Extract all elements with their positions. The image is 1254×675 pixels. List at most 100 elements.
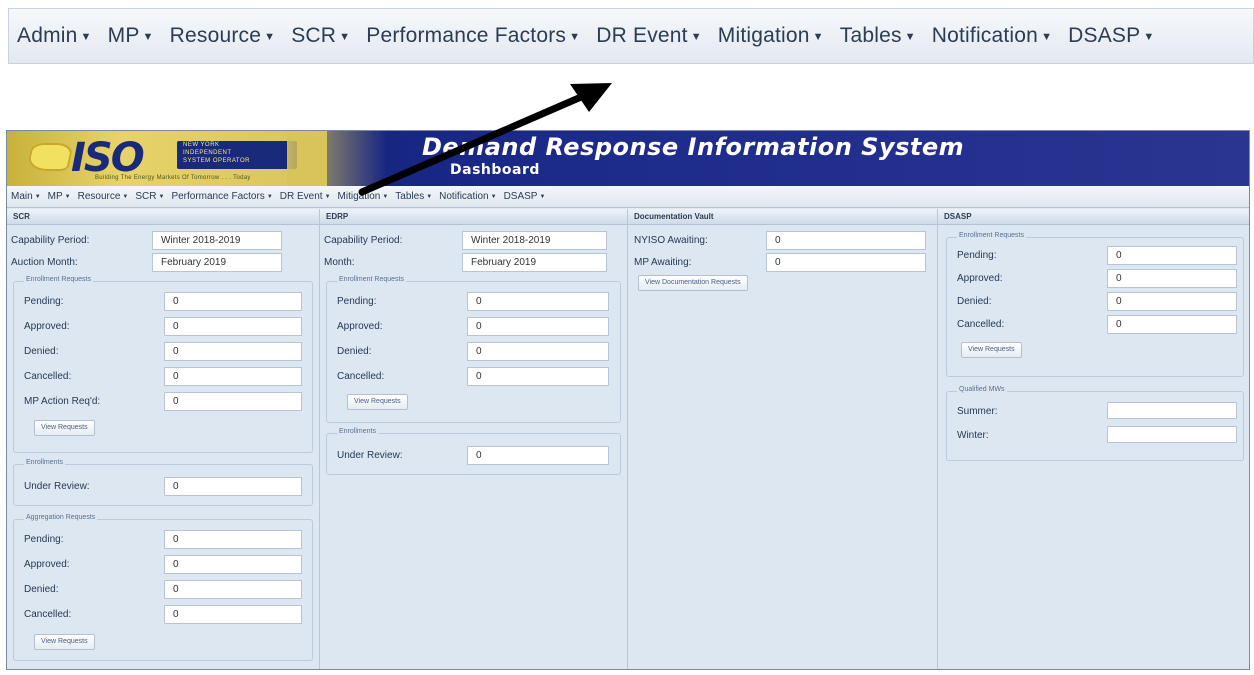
caret-down-icon: ▼ [34, 194, 41, 200]
drис-dashboard-window: ISO NEW YORK INDEPENDENT SYSTEM OPERATOR… [6, 130, 1250, 670]
month-field: February 2019 [462, 253, 607, 272]
dashboard-panels: SCR Capability Period: Winter 2018-2019 … [7, 209, 1249, 669]
scr-enrollments-group: Enrollments Under Review: 0 [13, 459, 313, 506]
group-legend: Enrollments [24, 459, 65, 466]
menu-notification[interactable]: Notification ▼ [439, 191, 496, 202]
zoom-menu-performance-factors[interactable]: Performance Factors ▼ [366, 24, 580, 48]
cancelled-label: Cancelled: [957, 319, 1005, 330]
menu-label: Notification [439, 191, 489, 202]
view-documentation-requests-button[interactable]: View Documentation Requests [638, 275, 748, 291]
under-review-label: Under Review: [24, 481, 90, 492]
denied-field: 0 [164, 342, 302, 361]
caret-down-icon: ▼ [324, 194, 331, 200]
logo-tagline: Building The Energy Markets Of Tomorrow … [95, 175, 251, 181]
caret-down-icon: ▼ [158, 194, 165, 200]
new-york-state-icon [26, 143, 74, 171]
zoom-menu-tables[interactable]: Tables ▼ [840, 24, 916, 48]
menu-label: Tables [395, 191, 425, 202]
pending-label: Pending: [337, 296, 377, 307]
zoom-menu-label: MP [107, 24, 140, 47]
panel-header: Documentation Vault [628, 209, 937, 225]
approved-label: Approved: [24, 321, 70, 332]
group-legend: Enrollment Requests [337, 276, 406, 283]
cancelled-field: 0 [467, 367, 609, 386]
caret-down-icon: ▼ [569, 31, 581, 43]
caret-down-icon: ▼ [426, 194, 433, 200]
caret-down-icon: ▼ [490, 194, 497, 200]
menu-resource[interactable]: Resource ▼ [78, 191, 129, 202]
zoom-menu-notification[interactable]: Notification ▼ [932, 24, 1052, 48]
zoom-menu-label: Tables [839, 24, 902, 47]
menu-scr[interactable]: SCR ▼ [135, 191, 164, 202]
scr-panel: SCR Capability Period: Winter 2018-2019 … [7, 209, 320, 669]
cancelled-label: Cancelled: [337, 371, 385, 382]
under-review-field: 0 [467, 446, 609, 465]
scr-aggregation-requests-group: Aggregation Requests Pending: 0 Approved… [13, 514, 313, 661]
menu-label: Performance Factors [171, 191, 265, 202]
menu-dsasp[interactable]: DSASP ▼ [504, 191, 546, 202]
zoom-menu-dr-event[interactable]: DR Event ▼ [596, 24, 702, 48]
group-legend: Aggregation Requests [24, 514, 98, 521]
menu-mitigation[interactable]: Mitigation ▼ [338, 191, 389, 202]
zoom-menu-label: Performance Factors [366, 24, 567, 47]
caret-down-icon: ▼ [1041, 31, 1053, 43]
zoom-menu-mp[interactable]: MP ▼ [108, 24, 154, 48]
zoom-menu-label: Notification [931, 24, 1039, 47]
group-legend: Enrollment Requests [957, 232, 1026, 239]
zoom-menu-dsasp[interactable]: DSASP ▼ [1068, 24, 1154, 48]
pending-field: 0 [164, 292, 302, 311]
view-requests-button[interactable]: View Requests [347, 394, 408, 410]
menu-label: SCR [135, 191, 157, 202]
caret-down-icon: ▼ [690, 31, 702, 43]
banner-gradient [287, 131, 387, 186]
mp-action-label: MP Action Req'd: [24, 396, 101, 407]
approved-field: 0 [164, 317, 302, 336]
summer-label: Summer: [957, 406, 998, 417]
menu-performance-factors[interactable]: Performance Factors ▼ [171, 191, 272, 202]
cancelled-field: 0 [164, 367, 302, 386]
group-legend: Enrollment Requests [24, 276, 93, 283]
logo-org-line: INDEPENDENT [183, 150, 232, 156]
denied-field: 0 [164, 580, 302, 599]
zoom-menu-admin[interactable]: Admin ▼ [17, 24, 92, 48]
cancelled-field: 0 [1107, 315, 1237, 334]
zoom-menu-label: Admin [17, 24, 78, 47]
menu-main[interactable]: Main ▼ [11, 191, 41, 202]
caret-down-icon: ▼ [142, 31, 154, 43]
panel-header: SCR [7, 209, 319, 225]
capability-period-field: Winter 2018-2019 [462, 231, 607, 250]
mp-awaiting-field: 0 [766, 253, 926, 272]
caret-down-icon: ▼ [80, 31, 92, 43]
view-requests-button[interactable]: View Requests [961, 342, 1022, 358]
approved-label: Approved: [957, 273, 1003, 284]
zoomed-menu-bar: Admin ▼ MP ▼ Resource ▼ SCR ▼ Performance Fa… [8, 8, 1254, 64]
under-review-field: 0 [164, 477, 302, 496]
caret-down-icon: ▼ [539, 194, 546, 200]
caret-down-icon: ▼ [266, 194, 273, 200]
denied-label: Denied: [24, 584, 59, 595]
zoom-menu-label: DR Event [596, 24, 688, 47]
nyiso-logo: ISO NEW YORK INDEPENDENT SYSTEM OPERATOR… [7, 131, 327, 186]
view-requests-button[interactable]: View Requests [34, 634, 95, 650]
dsasp-qualified-mws-group: Qualified MWs Summer: Winter: [946, 386, 1244, 461]
zoom-menu-mitigation[interactable]: Mitigation ▼ [718, 24, 824, 48]
view-requests-button[interactable]: View Requests [34, 420, 95, 436]
denied-field: 0 [467, 342, 609, 361]
screenshot-canvas: Admin ▼ MP ▼ Resource ▼ SCR ▼ Performance Fa… [0, 0, 1254, 675]
capability-period-label: Capability Period: [324, 235, 403, 246]
approved-field: 0 [164, 555, 302, 574]
auction-month-label: Auction Month: [11, 257, 78, 268]
menu-tables[interactable]: Tables ▼ [395, 191, 432, 202]
logo-org-name: NEW YORK INDEPENDENT SYSTEM OPERATOR [177, 141, 297, 169]
panel-header: EDRP [320, 209, 627, 225]
menu-mp[interactable]: MP ▼ [48, 191, 71, 202]
edrp-enrollment-requests-group: Enrollment Requests Pending: 0 Approved:… [326, 276, 621, 423]
approved-label: Approved: [24, 559, 70, 570]
group-legend: Enrollments [337, 428, 378, 435]
denied-label: Denied: [957, 296, 992, 307]
zoom-menu-scr[interactable]: SCR ▼ [291, 24, 350, 48]
menu-label: DR Event [279, 191, 323, 202]
dsasp-enrollment-requests-group: Enrollment Requests Pending: 0 Approved:… [946, 232, 1244, 377]
menu-dr-event[interactable]: DR Event ▼ [280, 191, 331, 202]
zoom-menu-resource[interactable]: Resource ▼ [170, 24, 276, 48]
